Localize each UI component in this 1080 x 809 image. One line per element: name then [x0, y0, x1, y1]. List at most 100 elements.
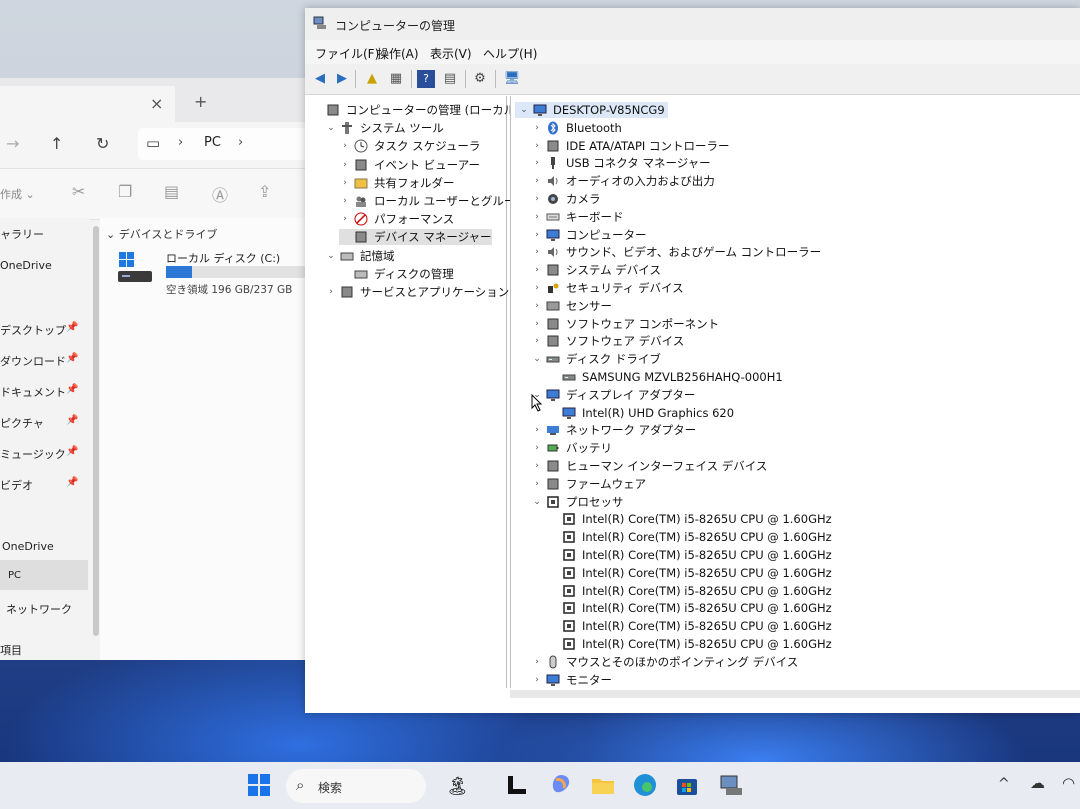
- chevron-right-icon[interactable]: ›: [339, 141, 351, 151]
- paste-icon[interactable]: ▤: [164, 182, 179, 201]
- device-tree-node[interactable]: › キーボード: [531, 209, 623, 225]
- device-tree-node[interactable]: › マウスとそのほかのポインティング デバイス: [531, 654, 798, 670]
- edge-icon[interactable]: [632, 772, 658, 798]
- cut-icon[interactable]: ✂: [72, 182, 85, 201]
- device-tree-node[interactable]: › ヒューマン インターフェイス デバイス: [531, 458, 767, 474]
- wifi-icon[interactable]: ◠: [1062, 774, 1075, 792]
- device-tree-node[interactable]: › センサー: [531, 298, 612, 314]
- new-button[interactable]: 作成 ⌄: [0, 186, 35, 202]
- device-tree-pane[interactable]: ⌄ DESKTOP-V85NCG9 › Bluetooth › IDE ATA/ATAPI…: [510, 96, 1080, 688]
- chevron-down-icon[interactable]: ⌄: [325, 123, 337, 133]
- chevron-right-icon[interactable]: ›: [531, 675, 543, 685]
- breadcrumb-pc[interactable]: PC: [204, 135, 221, 150]
- device-tree-node[interactable]: › コンピューター: [531, 227, 646, 243]
- device-tree-node[interactable]: Intel(R) Core(TM) i5-8265U CPU @ 1.60GHz: [547, 547, 832, 563]
- device-tree-node[interactable]: › Bluetooth: [531, 120, 622, 136]
- chevron-down-icon[interactable]: ⌄: [531, 354, 543, 364]
- console-tree-node[interactable]: › イベント ビューアー: [339, 157, 480, 173]
- sidebar-item-desktop[interactable]: デスクトップ: [0, 322, 66, 338]
- chevron-right-icon[interactable]: ›: [531, 443, 543, 453]
- menu-action[interactable]: 操作(A): [377, 45, 419, 62]
- device-tree-node[interactable]: Intel(R) Core(TM) i5-8265U CPU @ 1.60GHz: [547, 529, 832, 545]
- back-arrow-icon[interactable]: ◀: [311, 70, 329, 88]
- help-icon[interactable]: ?: [417, 70, 435, 88]
- new-tab-icon[interactable]: +: [194, 92, 207, 111]
- task-view-icon[interactable]: [504, 772, 530, 798]
- chevron-right-icon[interactable]: ›: [531, 194, 543, 204]
- chevron-right-icon[interactable]: ›: [339, 196, 351, 206]
- chevron-right-icon[interactable]: ›: [531, 461, 543, 471]
- chevron-right-icon[interactable]: ›: [531, 212, 543, 222]
- console-tree-node[interactable]: › サービスとアプリケーション: [325, 284, 509, 300]
- console-tree-node[interactable]: ⌄ 記憶域: [325, 248, 394, 264]
- rename-icon[interactable]: Ⓐ: [212, 182, 228, 206]
- device-tree-node[interactable]: Intel(R) Core(TM) i5-8265U CPU @ 1.60GHz: [547, 511, 832, 527]
- chevron-down-icon[interactable]: ⌄: [518, 105, 530, 115]
- device-tree-node[interactable]: › バッテリ: [531, 440, 612, 456]
- device-tree-node[interactable]: › サウンド、ビデオ、およびゲーム コントローラー: [531, 244, 821, 260]
- section-header[interactable]: ⌄ デバイスとドライブ: [106, 226, 217, 242]
- breadcrumb-separator[interactable]: ›: [238, 135, 243, 150]
- chevron-up-icon[interactable]: ^: [998, 776, 1010, 792]
- device-tree-node[interactable]: Intel(R) Core(TM) i5-8265U CPU @ 1.60GHz: [547, 636, 832, 652]
- device-tree-node[interactable]: › ファームウェア: [531, 476, 646, 492]
- console-tree-node[interactable]: › パフォーマンス: [339, 211, 454, 227]
- refresh-icon[interactable]: ↻: [96, 134, 109, 153]
- copilot-icon[interactable]: [548, 772, 574, 798]
- chevron-right-icon[interactable]: ›: [531, 657, 543, 667]
- cloud-icon[interactable]: ☁: [1030, 774, 1045, 792]
- device-tree-node[interactable]: › ソフトウェア コンポーネント: [531, 316, 719, 332]
- console-tree-node[interactable]: デバイス マネージャー: [339, 229, 492, 246]
- chevron-right-icon[interactable]: ›: [325, 287, 337, 297]
- device-tree-node[interactable]: SAMSUNG MZVLB256HAHQ-000H1: [547, 369, 783, 385]
- chevron-right-icon[interactable]: ›: [531, 425, 543, 435]
- show-hide-tree-icon[interactable]: ▦: [387, 70, 405, 88]
- address-bar[interactable]: ▭ › PC ›: [138, 128, 325, 160]
- menu-file[interactable]: ファイル(F): [315, 45, 379, 62]
- sidebar-item-gallery[interactable]: ャラリー: [0, 226, 44, 242]
- chevron-right-icon[interactable]: ›: [531, 123, 543, 133]
- sidebar-scrollbar[interactable]: [93, 226, 99, 636]
- chevron-right-icon[interactable]: ›: [531, 265, 543, 275]
- chevron-right-icon[interactable]: ›: [339, 214, 351, 224]
- copy-icon[interactable]: ❐: [118, 182, 132, 201]
- device-tree-node[interactable]: ⌄ ディスプレイ アダプター: [531, 387, 695, 403]
- sidebar-item-videos[interactable]: ビデオ: [0, 477, 33, 493]
- sidebar-item-pc[interactable]: PC: [8, 570, 21, 581]
- computer-management-icon[interactable]: [718, 772, 744, 798]
- device-tree-node[interactable]: ⌄ プロセッサ: [531, 494, 623, 510]
- sidebar-item-pictures[interactable]: ピクチャ: [0, 415, 44, 431]
- console-tree-node[interactable]: › 共有フォルダー: [339, 175, 454, 191]
- console-tree-node[interactable]: ⌄ システム ツール: [325, 120, 444, 136]
- forward-arrow-icon[interactable]: ▶: [333, 70, 351, 88]
- store-icon[interactable]: [674, 772, 700, 798]
- chevron-right-icon[interactable]: ›: [531, 158, 543, 168]
- console-tree-node[interactable]: › ローカル ユーザーとグループ: [339, 193, 526, 209]
- device-tree-node[interactable]: › モニター: [531, 672, 612, 688]
- sidebar-item-onedrive[interactable]: OneDrive: [0, 259, 52, 272]
- device-tree-node[interactable]: › ネットワーク アダプター: [531, 422, 696, 438]
- chevron-right-icon[interactable]: ›: [339, 160, 351, 170]
- chevron-right-icon[interactable]: ›: [531, 301, 543, 311]
- sidebar-item-network[interactable]: ネットワーク: [6, 601, 72, 617]
- menu-help[interactable]: ヘルプ(H): [483, 45, 537, 62]
- device-tree-node[interactable]: Intel(R) Core(TM) i5-8265U CPU @ 1.60GHz: [547, 600, 832, 616]
- taskbar-search[interactable]: ⌕ 検索 🏝: [286, 769, 469, 803]
- device-tree-node[interactable]: › USB コネクタ マネージャー: [531, 155, 710, 171]
- console-tree-pane[interactable]: コンピューターの管理 (ローカル) ⌄ システム ツール › タスク スケジューラ › イベ…: [309, 96, 526, 688]
- widgets-icon[interactable]: 🏝: [446, 776, 469, 797]
- tab-close-icon[interactable]: ×: [150, 94, 163, 113]
- file-explorer-icon[interactable]: [590, 772, 616, 798]
- device-tree-node[interactable]: Intel(R) Core(TM) i5-8265U CPU @ 1.60GHz: [547, 583, 832, 599]
- sidebar-item-downloads[interactable]: ダウンロード: [0, 353, 66, 369]
- chevron-right-icon[interactable]: ›: [531, 283, 543, 293]
- chevron-right-icon[interactable]: ›: [339, 178, 351, 188]
- device-tree-node[interactable]: › セキュリティ デバイス: [531, 280, 683, 296]
- chevron-right-icon[interactable]: ›: [531, 336, 543, 346]
- device-tree-node[interactable]: › オーディオの入力および出力: [531, 173, 715, 189]
- device-tree-node[interactable]: Intel(R) Core(TM) i5-8265U CPU @ 1.60GHz: [547, 618, 832, 634]
- device-tree-node[interactable]: › ソフトウェア デバイス: [531, 333, 684, 349]
- chevron-right-icon[interactable]: ›: [531, 176, 543, 186]
- menu-view[interactable]: 表示(V): [430, 45, 472, 62]
- device-tree-node[interactable]: ⌄ ディスク ドライブ: [531, 351, 661, 367]
